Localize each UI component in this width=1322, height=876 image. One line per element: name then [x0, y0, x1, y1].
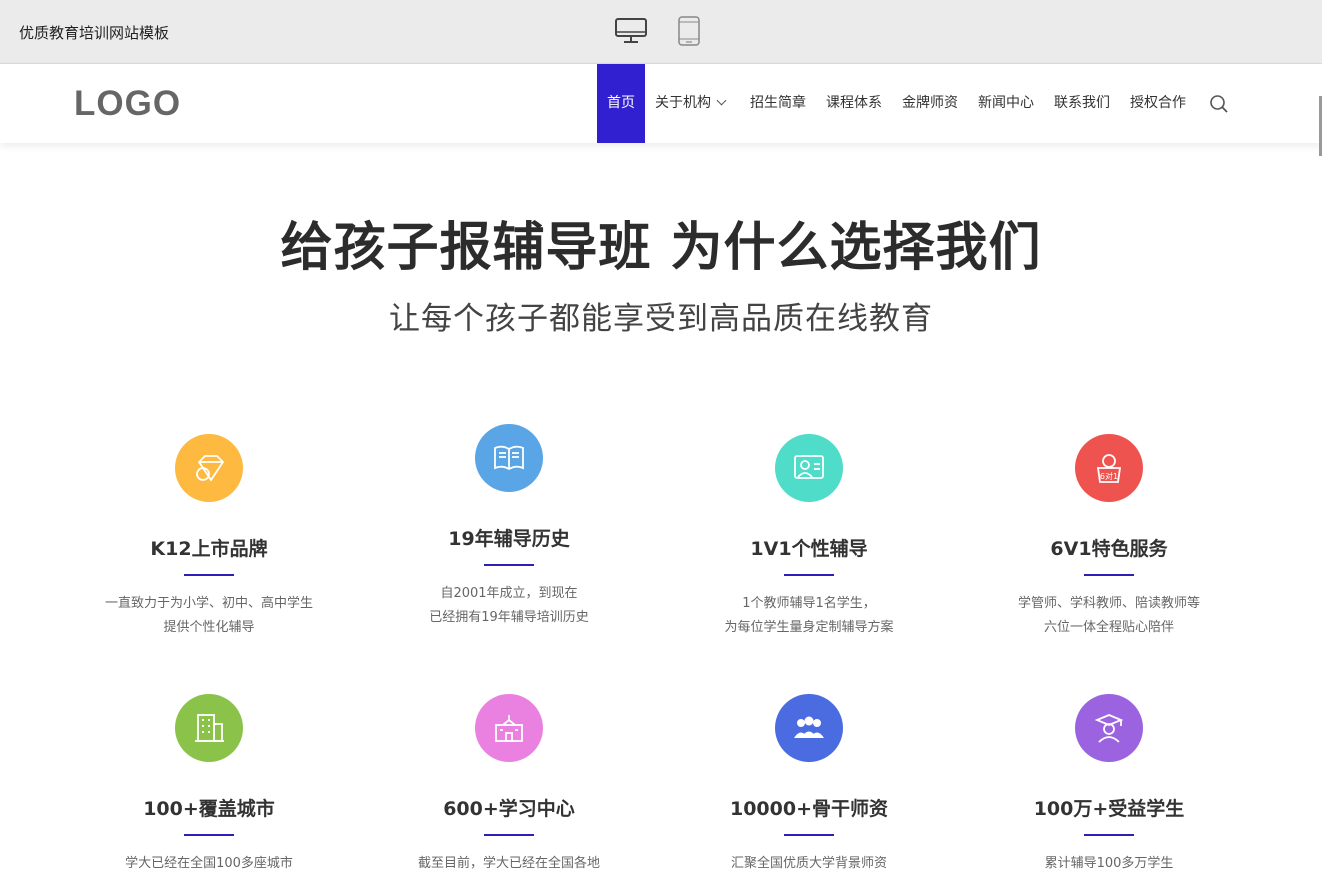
desktop-icon[interactable]: [615, 18, 647, 44]
divider: [484, 834, 534, 836]
nav-partnership[interactable]: 授权合作: [1130, 64, 1186, 143]
feature-desc: 1个教师辅导1名学生， 为每位学生量身定制辅导方案: [659, 592, 959, 640]
feature-desc: 学大已经在全国100多座城市: [59, 852, 359, 876]
divider: [1084, 834, 1134, 836]
section-subtitle: 让每个孩子都能享受到高品质在线教育: [389, 301, 933, 337]
feature-card: 6对1 6V1特色服务 学管师、学科教师、陪读教师等 六位一体全程贴心陪伴: [959, 434, 1259, 640]
nav-label: 联系我们: [1054, 95, 1110, 111]
feature-card: 100万+受益学生 累计辅导100多万学生: [959, 694, 1259, 876]
nav-teachers[interactable]: 金牌师资: [902, 64, 958, 143]
building-icon: [175, 694, 243, 762]
divider: [184, 834, 234, 836]
feature-desc-line: 为每位学生量身定制辅导方案: [724, 620, 894, 635]
feature-card: K12上市品牌 一直致力于为小学、初中、高中学生 提供个性化辅导: [59, 434, 359, 640]
template-title: 优质教育培训网站模板: [19, 24, 170, 42]
feature-desc-line: 汇聚全国优质大学背景师资: [730, 856, 887, 871]
svg-text:6对1: 6对1: [1100, 471, 1118, 481]
logo[interactable]: LOGO: [74, 84, 181, 124]
site-header: LOGO 首页 关于机构 招生简章 课程体系 金牌师资 新闻中心 联系我们 授权…: [0, 64, 1322, 143]
feature-desc: 累计辅导100多万学生: [959, 852, 1259, 876]
nav-contact[interactable]: 联系我们: [1054, 64, 1110, 143]
search-icon[interactable]: [1209, 94, 1229, 114]
teacher-icon: [775, 434, 843, 502]
feature-desc-line: 学大已经在全国100多座城市: [125, 856, 293, 871]
tablet-icon[interactable]: [678, 16, 700, 46]
feature-desc-line: 1个教师辅导1名学生，: [742, 596, 876, 611]
feature-desc-line: 已经拥有19年辅导培训历史: [429, 610, 589, 625]
feature-card: 600+学习中心 截至目前，学大已经在全国各地: [359, 694, 659, 876]
feature-desc: 一直致力于为小学、初中、高中学生 提供个性化辅导: [59, 592, 359, 640]
group-icon: [775, 694, 843, 762]
divider: [784, 834, 834, 836]
nav-label: 关于机构: [655, 95, 711, 111]
feature-card: 10000+骨干师资 汇聚全国优质大学背景师资: [659, 694, 959, 876]
nav-admissions[interactable]: 招生简章: [750, 64, 806, 143]
feature-desc: 自2001年成立，到现在 已经拥有19年辅导培训历史: [359, 582, 659, 630]
feature-title: 100+覆盖城市: [143, 798, 275, 820]
service-icon: 6对1: [1075, 434, 1143, 502]
nav-about[interactable]: 关于机构: [655, 64, 727, 143]
feature-title: 19年辅导历史: [448, 528, 570, 550]
feature-desc: 汇聚全国优质大学背景师资: [659, 852, 959, 876]
nav-label: 招生简章: [750, 95, 806, 111]
book-icon: [475, 424, 543, 492]
feature-card: 1V1个性辅导 1个教师辅导1名学生， 为每位学生量身定制辅导方案: [659, 434, 959, 640]
nav-courses[interactable]: 课程体系: [826, 64, 882, 143]
feature-title: 10000+骨干师资: [729, 798, 889, 820]
nav-label: 新闻中心: [978, 95, 1034, 111]
feature-title: 1V1个性辅导: [750, 538, 868, 560]
graduate-icon: [1075, 694, 1143, 762]
nav-label: 授权合作: [1130, 95, 1186, 111]
feature-title: 6V1特色服务: [1050, 538, 1168, 560]
divider: [484, 564, 534, 566]
nav-label: 课程体系: [826, 95, 882, 111]
nav-news[interactable]: 新闻中心: [978, 64, 1034, 143]
divider: [184, 574, 234, 576]
feature-desc-line: 一直致力于为小学、初中、高中学生: [104, 596, 313, 611]
school-icon: [475, 694, 543, 762]
chevron-down-icon: [716, 95, 727, 106]
section-title: 给孩子报辅导班 为什么选择我们: [280, 218, 1042, 278]
feature-title: 100万+受益学生: [1033, 798, 1185, 820]
feature-card: 19年辅导历史 自2001年成立，到现在 已经拥有19年辅导培训历史: [359, 424, 659, 630]
feature-desc: 学管师、学科教师、陪读教师等 六位一体全程贴心陪伴: [959, 592, 1259, 640]
feature-title: 600+学习中心: [443, 798, 575, 820]
feature-desc-line: 六位一体全程贴心陪伴: [1043, 620, 1174, 635]
nav-label: 金牌师资: [902, 95, 958, 111]
feature-desc-line: 学管师、学科教师、陪读教师等: [1017, 596, 1200, 611]
feature-desc-line: 提供个性化辅导: [163, 620, 255, 635]
feature-card: 100+覆盖城市 学大已经在全国100多座城市: [59, 694, 359, 876]
nav-home[interactable]: 首页: [597, 64, 645, 143]
diamond-icon: [175, 434, 243, 502]
preview-bar: 优质教育培训网站模板: [0, 0, 1322, 64]
feature-desc-line: 截至目前，学大已经在全国各地: [417, 856, 600, 871]
feature-desc-line: 自2001年成立，到现在: [440, 586, 578, 601]
feature-title: K12上市品牌: [150, 538, 268, 560]
nav-label: 首页: [607, 95, 635, 111]
feature-desc: 截至目前，学大已经在全国各地: [359, 852, 659, 876]
feature-desc-line: 累计辅导100多万学生: [1044, 856, 1174, 871]
divider: [784, 574, 834, 576]
divider: [1084, 574, 1134, 576]
